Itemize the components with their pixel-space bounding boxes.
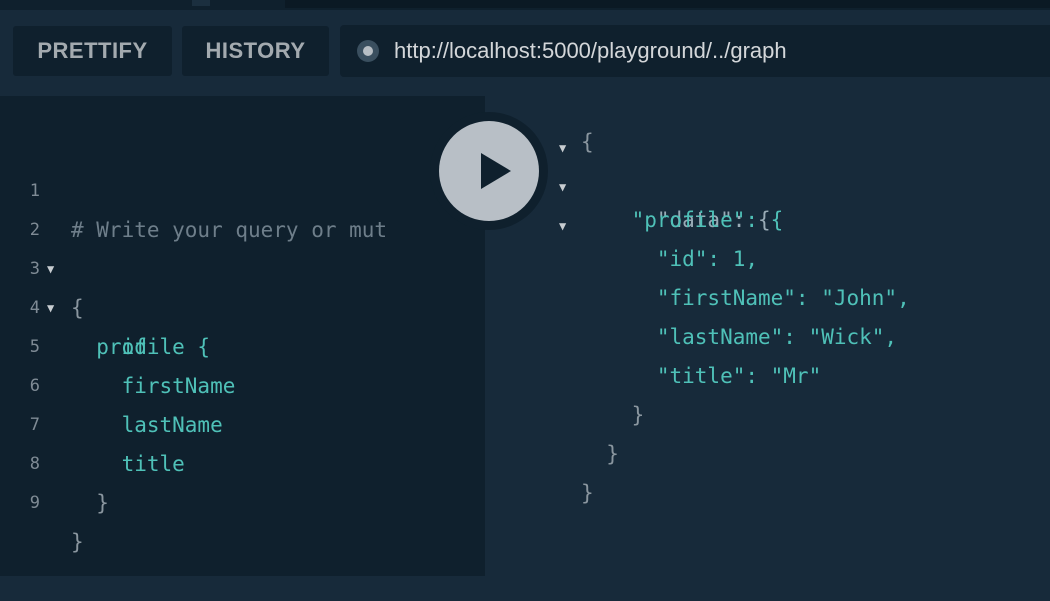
result-line: } xyxy=(581,403,645,427)
editor-line[interactable]: 5 firstName xyxy=(0,289,485,398)
result-line: "data": { xyxy=(581,162,771,232)
result-line: "id": 1, xyxy=(581,247,759,271)
result-line: } xyxy=(581,442,619,466)
execute-query-button[interactable] xyxy=(430,112,548,230)
editor-line[interactable]: 9 } xyxy=(0,445,485,554)
result-line: "lastName": "Wick", xyxy=(581,325,898,349)
play-icon xyxy=(481,153,511,189)
editor-line[interactable]: 8 } xyxy=(0,406,485,515)
result-viewer[interactable]: ▼ ▼ ▼ { "data": { "profile": { "id": 1, … xyxy=(485,96,1050,576)
history-button[interactable]: HISTORY xyxy=(182,26,329,76)
prettify-button[interactable]: PRETTIFY xyxy=(13,26,172,76)
result-line: "title": "Mr" xyxy=(581,364,822,388)
tab-stub[interactable] xyxy=(192,0,210,6)
result-line: } xyxy=(581,481,594,505)
tab-bar-dark xyxy=(285,0,1050,8)
editor-line[interactable]: 7 title xyxy=(0,367,485,476)
editor-line[interactable]: 1 # Write your query or mut xyxy=(0,133,485,242)
line-number: 9 xyxy=(29,493,40,513)
status-dot-icon xyxy=(357,40,379,62)
query-editor[interactable]: 1 # Write your query or mut 2 ▼ { 3 ▼ pr… xyxy=(0,96,485,576)
play-button-face[interactable] xyxy=(439,121,539,221)
editor-line[interactable]: 2 ▼ { xyxy=(0,172,485,320)
fold-arrow-icon[interactable]: ▼ xyxy=(559,219,566,233)
result-line: "firstName": "John", xyxy=(581,286,910,310)
editor-line[interactable]: 3 ▼ profile { xyxy=(0,211,485,359)
endpoint-url-text[interactable]: http://localhost:5000/playground/../grap… xyxy=(394,25,787,77)
endpoint-url-field[interactable]: http://localhost:5000/playground/../grap… xyxy=(340,25,1050,77)
toolbar: PRETTIFY HISTORY http://localhost:5000/p… xyxy=(0,10,1050,96)
fold-arrow-icon[interactable]: ▼ xyxy=(559,180,566,194)
top-tab-strip xyxy=(0,0,1050,10)
editor-line[interactable]: 4 id xyxy=(0,250,485,359)
code-text[interactable]: } xyxy=(71,484,109,523)
code-text[interactable]: } xyxy=(71,523,84,562)
fold-arrow-icon[interactable]: ▼ xyxy=(559,141,566,155)
result-line: "profile": { xyxy=(581,208,784,232)
result-line: { xyxy=(581,130,594,154)
editor-line[interactable]: 6 lastName xyxy=(0,328,485,437)
